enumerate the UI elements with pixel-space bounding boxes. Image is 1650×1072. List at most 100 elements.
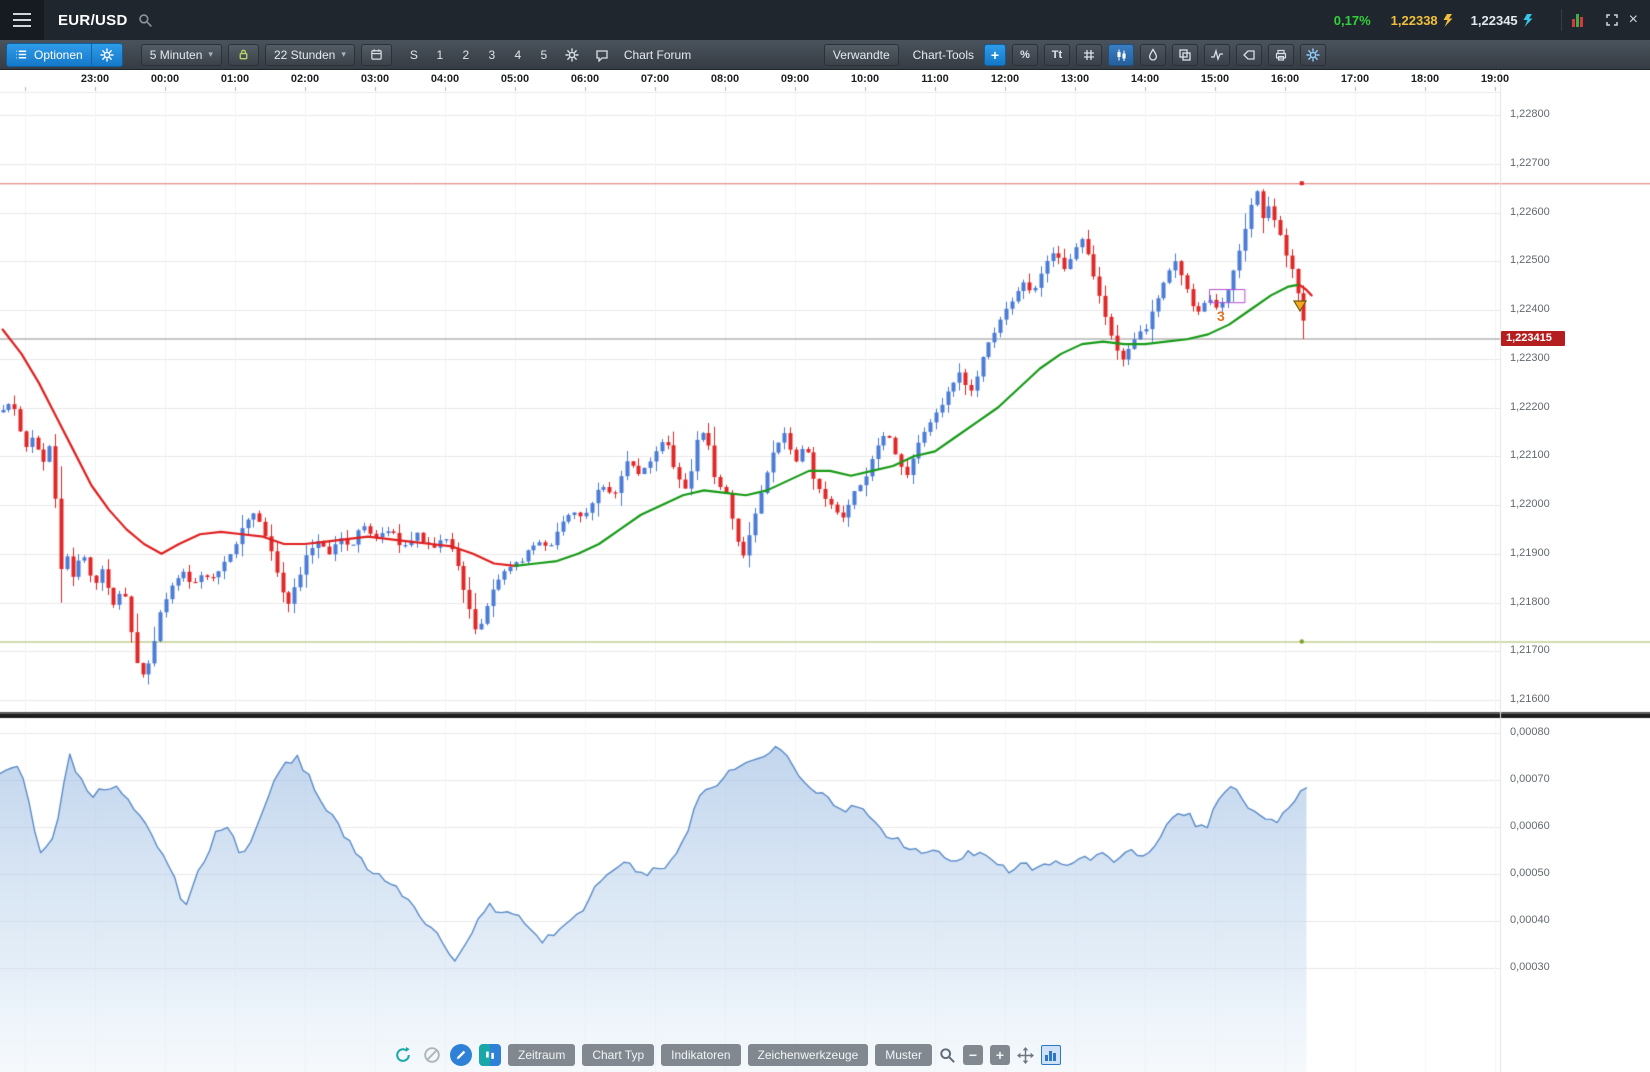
options-settings-button[interactable]: [91, 44, 122, 66]
candles-icon: [1114, 48, 1128, 62]
time-axis-label: 00:00: [140, 73, 190, 85]
close-icon[interactable]: ×: [1629, 12, 1638, 28]
chart-settings-button[interactable]: [1300, 44, 1326, 66]
interval-label: 5 Minuten: [150, 48, 203, 62]
print-button[interactable]: [1268, 44, 1294, 66]
indicator-axis-label: 0,00070: [1510, 773, 1550, 785]
change-percent: 0,17%: [1334, 13, 1371, 28]
chart-forum-button[interactable]: [590, 44, 614, 66]
layout-button-1[interactable]: 1: [430, 44, 450, 66]
gear-icon: [565, 48, 579, 62]
layout-button-2[interactable]: 2: [456, 44, 476, 66]
bar-icon: [1049, 1051, 1052, 1061]
chart-bottom-toolbar: Zeitraum Chart Typ Indikatoren Zeichenwe…: [392, 1042, 1061, 1068]
lock-icon: [237, 48, 250, 61]
order-marker-icon[interactable]: [1293, 300, 1307, 312]
time-axis-label: 15:00: [1190, 73, 1240, 85]
time-axis-label: 06:00: [560, 73, 610, 85]
price-axis-label: 1,22800: [1510, 108, 1550, 120]
gear-icon: [100, 48, 114, 62]
indicator-axis-label: 0,00080: [1510, 726, 1550, 738]
droplet-icon: [1146, 48, 1160, 62]
time-axis-label: 16:00: [1260, 73, 1310, 85]
calendar-button[interactable]: [361, 44, 392, 66]
time-axis-label: 02:00: [280, 73, 330, 85]
related-button[interactable]: Verwandte: [824, 44, 899, 66]
compare-button[interactable]: [1172, 44, 1198, 66]
patterns-button[interactable]: Muster: [875, 1044, 932, 1066]
indicator-axis-label: 0,00030: [1510, 961, 1550, 973]
magnifier-icon: [939, 1047, 956, 1064]
time-axis-label: 12:00: [980, 73, 1030, 85]
session-button[interactable]: S: [404, 44, 424, 66]
zoom-in-button[interactable]: +: [990, 1045, 1010, 1065]
layout-button-5[interactable]: 5: [534, 44, 554, 66]
mini-chart-icon[interactable]: [1572, 14, 1583, 27]
layout-button-4[interactable]: 4: [508, 44, 528, 66]
annotation-number[interactable]: 3: [1217, 308, 1225, 324]
chart-style-button[interactable]: [479, 1044, 501, 1066]
refresh-button[interactable]: [392, 1044, 414, 1066]
window-titlebar: EUR/USD 0,17% 1,22338 1,22345 ×: [0, 0, 1650, 40]
pan-button[interactable]: [1017, 1047, 1034, 1064]
price-chart-canvas[interactable]: [0, 0, 1650, 1072]
gear-blue-icon: [1306, 48, 1320, 62]
time-range-button[interactable]: Zeitraum: [508, 1044, 575, 1066]
time-axis-label: 01:00: [210, 73, 260, 85]
price-axis-label: 1,22500: [1510, 254, 1550, 266]
add-chart-tool-button[interactable]: +: [984, 44, 1006, 66]
grid-toggle-button[interactable]: [1076, 44, 1102, 66]
price-axis-label: 1,22100: [1510, 449, 1550, 461]
mini-view-button[interactable]: [1041, 1045, 1061, 1065]
price-alert-button[interactable]: [1236, 44, 1262, 66]
options-button[interactable]: Optionen: [7, 44, 91, 66]
sell-price[interactable]: 1,22338: [1391, 13, 1438, 28]
expand-icon[interactable]: [1605, 13, 1619, 27]
time-axis-label: 05:00: [490, 73, 540, 85]
chart-type-button[interactable]: Chart Typ: [582, 1044, 654, 1066]
list-icon: [15, 48, 28, 61]
refresh-icon: [394, 1046, 412, 1064]
zoom-out-button[interactable]: −: [963, 1045, 983, 1065]
overlap-squares-icon: [1178, 48, 1192, 62]
text-annotation-button[interactable]: Tt: [1044, 44, 1070, 66]
signals-button[interactable]: [1204, 44, 1230, 66]
interval-dropdown[interactable]: 5 Minuten ▾: [141, 44, 222, 66]
current-price-tag: 1,223415: [1501, 331, 1565, 346]
range-dropdown[interactable]: 22 Stunden ▾: [265, 44, 355, 66]
disable-tools-button[interactable]: [421, 1044, 443, 1066]
grid-icon: [1082, 48, 1096, 62]
search-icon[interactable]: [138, 13, 153, 28]
bar-icon: [1045, 1055, 1048, 1061]
zoom-mode-button[interactable]: [939, 1047, 956, 1064]
price-axis-label: 1,21900: [1510, 547, 1550, 559]
settings-gear-button[interactable]: [560, 44, 584, 66]
lock-button[interactable]: [228, 44, 259, 66]
layout-button-3[interactable]: 3: [482, 44, 502, 66]
options-button-group: Optionen: [6, 43, 123, 67]
chevron-down-icon: ▾: [208, 49, 213, 60]
drawing-tools-button[interactable]: Zeichenwerkzeuge: [748, 1044, 869, 1066]
chart-forum-label[interactable]: Chart Forum: [624, 48, 691, 62]
related-label: Verwandte: [833, 48, 890, 62]
options-label: Optionen: [34, 48, 83, 62]
hamburger-menu-button[interactable]: [0, 0, 44, 40]
speech-bubble-icon: [595, 48, 609, 62]
move-arrows-icon: [1017, 1047, 1034, 1064]
pulse-icon: [1210, 48, 1224, 62]
indicator-button[interactable]: [1140, 44, 1166, 66]
time-axis-label: 17:00: [1330, 73, 1380, 85]
current-price-label: 1,223415: [1506, 332, 1552, 344]
time-axis-label: 13:00: [1050, 73, 1100, 85]
percent-scale-button[interactable]: %: [1012, 44, 1038, 66]
printer-icon: [1274, 48, 1288, 62]
time-axis-label: 11:00: [910, 73, 960, 85]
candle-type-button[interactable]: [1108, 44, 1134, 66]
price-axis-label: 1,22400: [1510, 303, 1550, 315]
sell-flash-icon: [1443, 14, 1453, 27]
buy-flash-icon: [1523, 14, 1533, 27]
buy-price[interactable]: 1,22345: [1471, 13, 1518, 28]
indicators-button[interactable]: Indikatoren: [661, 1044, 740, 1066]
draw-button[interactable]: [450, 1044, 472, 1066]
price-axis-label: 1,22300: [1510, 352, 1550, 364]
